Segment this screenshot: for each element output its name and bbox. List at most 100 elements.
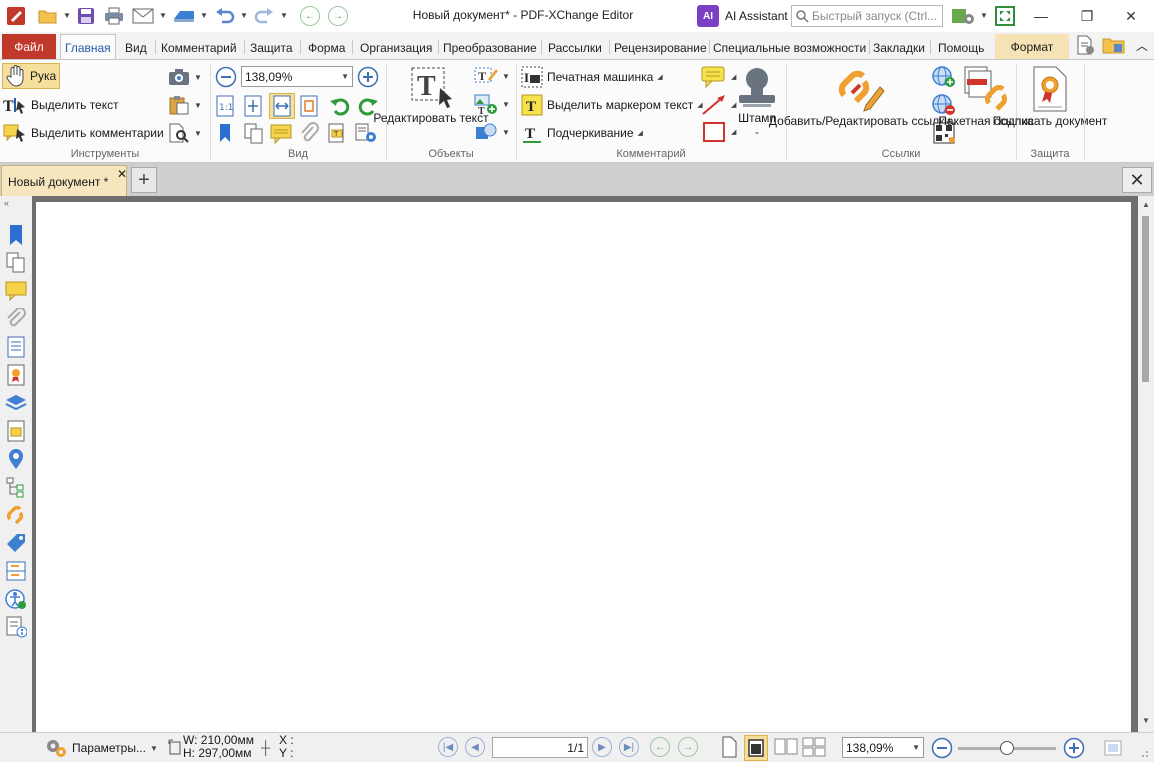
scrollbar-thumb[interactable] — [1142, 216, 1149, 382]
options-button[interactable]: Параметры... ▼ — [44, 737, 158, 759]
add-web-link-button[interactable] — [931, 65, 957, 89]
accessibility-panel-icon[interactable] — [5, 588, 27, 610]
comments-pane-button[interactable] — [270, 122, 292, 144]
print-icon[interactable] — [102, 5, 126, 27]
previous-view-button[interactable]: ← — [650, 737, 670, 757]
resize-grip-icon[interactable] — [1136, 745, 1150, 759]
maximize-button[interactable]: ❐ — [1064, 0, 1110, 32]
folder-icon[interactable] — [1100, 34, 1128, 56]
scroll-up-icon[interactable]: ▲ — [1142, 200, 1150, 209]
tab-organize[interactable]: Организация — [356, 36, 436, 59]
highlight-button[interactable]: T Выделить маркером текст ◢ — [521, 94, 703, 116]
snapshot-button[interactable]: ▼ — [168, 66, 202, 88]
document-workspace[interactable]: ▲ ▼ — [32, 196, 1154, 732]
content-pane-button[interactable] — [354, 122, 378, 144]
close-document-button[interactable]: ✕ — [1122, 167, 1152, 193]
select-text-button[interactable]: T Выделить текст — [3, 94, 119, 116]
tab-view[interactable]: Вид — [121, 36, 151, 59]
tab-format[interactable]: Формат — [995, 34, 1069, 59]
status-zoom-select[interactable]: 138,09% ▼ — [842, 737, 924, 758]
collapse-ribbon-icon[interactable]: ︿ — [1134, 34, 1150, 56]
new-tab-button[interactable]: + — [131, 167, 157, 193]
fit-page-button[interactable] — [243, 95, 263, 117]
rectangle-button[interactable]: ◢ — [701, 121, 736, 143]
collapse-sidebar-icon[interactable]: « — [4, 198, 9, 208]
signatures-panel-icon[interactable] — [5, 364, 27, 386]
reading-order-panel-icon[interactable] — [5, 616, 27, 638]
tab-file[interactable]: Файл — [2, 34, 56, 59]
tab-convert[interactable]: Преобразование — [439, 36, 541, 59]
zoom-slider[interactable] — [958, 741, 1056, 755]
status-zoom-in-button[interactable] — [1063, 737, 1085, 759]
close-window-button[interactable]: ✕ — [1108, 0, 1154, 32]
ui-options-icon[interactable] — [948, 5, 978, 27]
fit-visible-button[interactable] — [299, 95, 319, 117]
chevron-down-icon[interactable]: ▼ — [200, 11, 208, 20]
quick-launch-search[interactable]: Быстрый запуск (Ctrl... — [791, 5, 943, 27]
bookmarks-panel-icon[interactable] — [5, 224, 27, 246]
vertical-scrollbar[interactable]: ▲ ▼ — [1138, 196, 1154, 732]
select-comments-button[interactable]: Выделить комментарии — [3, 122, 164, 144]
fullscreen-icon[interactable] — [993, 5, 1017, 27]
attachments-pane-button[interactable] — [298, 122, 320, 144]
clipboard-button[interactable]: ▼ — [168, 94, 202, 116]
first-page-button[interactable]: |◀ — [438, 737, 458, 757]
zoom-in-button[interactable] — [357, 66, 379, 88]
single-page-icon[interactable] — [720, 736, 738, 758]
tab-mailings[interactable]: Рассылки — [544, 36, 606, 59]
ai-assistant-button[interactable]: AI AI Assistant — [697, 4, 788, 28]
thumbnails-pane-button[interactable] — [243, 122, 265, 144]
previous-page-button[interactable]: ◀ — [465, 737, 485, 757]
pdf-page[interactable] — [36, 202, 1131, 732]
facing-pages-icon[interactable] — [774, 737, 798, 757]
document-properties-icon[interactable] — [1072, 34, 1098, 56]
chevron-down-icon[interactable]: ▼ — [63, 11, 71, 20]
attachments-panel-icon[interactable] — [5, 308, 27, 330]
tab-protect[interactable]: Защита — [246, 36, 297, 59]
last-page-button[interactable]: ▶| — [619, 737, 639, 757]
find-button[interactable]: ▼ — [168, 122, 202, 144]
next-page-button[interactable]: ▶ — [592, 737, 612, 757]
thumbnails-panel-icon[interactable] — [5, 252, 27, 274]
rotate-left-button[interactable] — [329, 95, 351, 117]
minimize-button[interactable]: — — [1018, 0, 1064, 32]
content-panel-icon[interactable] — [5, 336, 27, 358]
actual-size-button[interactable]: 1:1 — [215, 95, 235, 117]
redo-icon[interactable] — [252, 5, 276, 27]
tags-panel-icon[interactable] — [5, 532, 27, 554]
chevron-down-icon[interactable]: ▼ — [280, 11, 288, 20]
arrow-button[interactable]: ◢ — [701, 94, 736, 116]
next-view-button[interactable]: → — [678, 737, 698, 757]
links-panel-icon[interactable] — [5, 504, 27, 526]
tab-review[interactable]: Рецензирование — [610, 36, 711, 59]
chevron-down-icon[interactable]: ▼ — [159, 11, 167, 20]
zoom-out-button[interactable] — [215, 66, 237, 88]
status-bar-options-icon[interactable] — [1104, 739, 1126, 757]
scan-icon[interactable] — [170, 5, 198, 27]
typewriter-button[interactable]: I Печатная машинка ◢ — [521, 66, 663, 88]
status-zoom-out-button[interactable] — [931, 737, 953, 759]
tab-help[interactable]: Помощь — [934, 36, 988, 59]
structure-panel-icon[interactable] — [5, 476, 27, 498]
zoom-slider-thumb[interactable] — [1000, 741, 1014, 755]
sticky-note-button[interactable]: ◢ — [701, 65, 736, 89]
page-number-input[interactable]: 1/1 — [492, 737, 588, 758]
tab-accessibility[interactable]: Специальные возможности — [709, 36, 870, 59]
continuous-facing-icon[interactable] — [802, 737, 826, 757]
chevron-down-icon[interactable]: ▼ — [240, 11, 248, 20]
underline-button[interactable]: T Подчеркивание ◢ — [521, 122, 643, 144]
tab-comment[interactable]: Комментарий — [157, 36, 241, 59]
document-tab[interactable]: Новый документ * ✕ — [1, 165, 127, 196]
add-shapes-button[interactable]: ▼ — [474, 121, 510, 143]
bookmarks-pane-button[interactable] — [215, 122, 235, 144]
email-icon[interactable] — [130, 5, 156, 27]
add-image-button[interactable]: T ▼ — [474, 93, 510, 115]
tab-form[interactable]: Форма — [304, 36, 349, 59]
comments-panel-icon[interactable] — [5, 280, 27, 302]
zoom-select[interactable]: 138,09% ▼ — [241, 66, 353, 87]
destinations-panel-icon[interactable] — [5, 448, 27, 470]
continuous-page-button[interactable] — [744, 735, 768, 761]
scroll-down-icon[interactable]: ▼ — [1142, 716, 1150, 725]
chevron-down-icon[interactable]: ▼ — [980, 11, 988, 20]
layers-panel-icon[interactable] — [5, 392, 27, 414]
